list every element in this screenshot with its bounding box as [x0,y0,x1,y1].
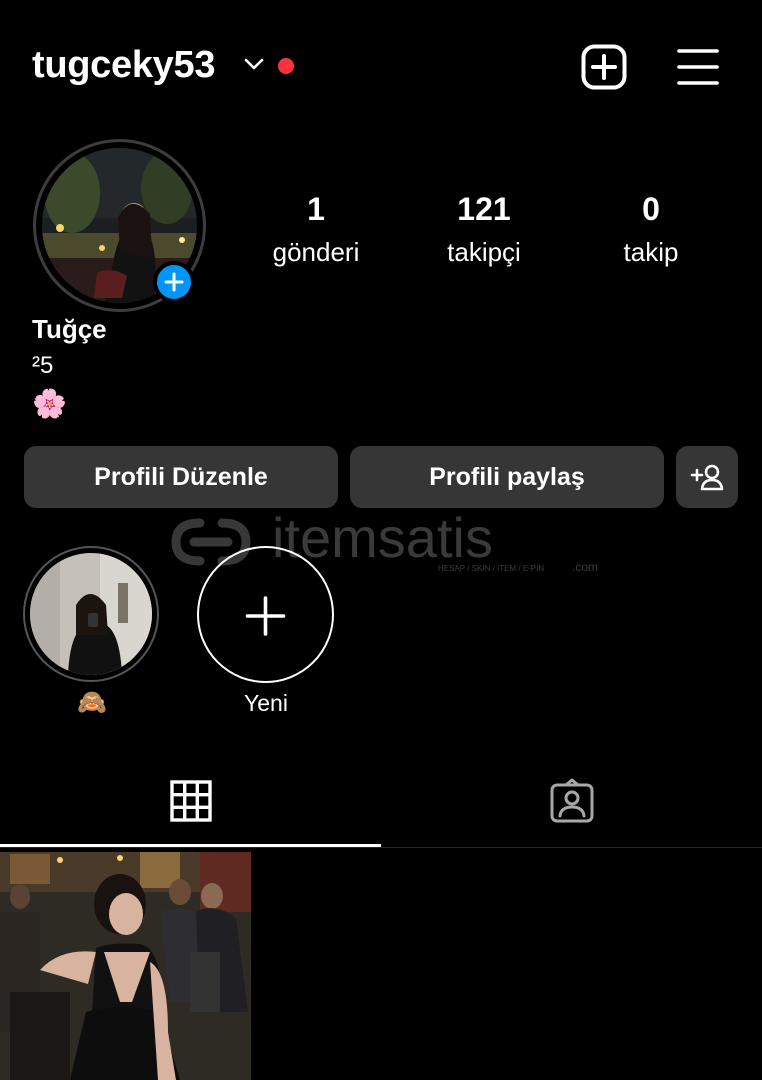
new-post-icon[interactable] [581,44,627,90]
stat-label: gönderi [272,237,360,267]
stat-value: 1 [307,191,325,227]
stat-label: takipçi [447,237,521,267]
edit-profile-button[interactable]: Profili Düzenle [24,446,338,508]
highlight-label: 🙈 [77,689,107,716]
notification-dot [278,58,294,74]
menu-icon[interactable] [677,47,719,87]
watermark-suffix: .com [572,560,598,574]
add-person-icon [690,464,724,491]
stat-posts[interactable]: 1 gönderi [246,190,386,274]
watermark-subtitle: HESAP / SKIN / ITEM / E-PIN [438,564,544,573]
highlight-item[interactable] [30,553,152,675]
bio-line: ²5 [32,352,54,379]
stat-followers[interactable]: 121 takipçi [414,190,554,274]
share-profile-button[interactable]: Profili paylaş [350,446,664,508]
profile-header: tugceky53 [0,0,762,130]
stat-value: 121 [457,191,511,227]
bio-emoji: 🌸 [32,388,67,419]
discover-people-button[interactable] [676,446,738,508]
stat-following[interactable]: 0 takip [581,190,721,274]
profile-name: Tuğçe [32,314,107,344]
new-highlight-label: Yeni [244,690,288,716]
plus-icon [245,596,286,636]
tagged-icon [550,778,594,823]
add-story-icon[interactable] [153,261,195,303]
stat-label: takip [623,237,679,267]
tab-divider [0,847,762,848]
stat-value: 0 [642,191,660,227]
new-highlight-button[interactable] [197,546,334,683]
username-label[interactable]: tugceky53 [32,44,215,87]
tab-posts-grid[interactable] [0,760,381,848]
post-thumbnail[interactable] [0,852,251,1080]
chevron-down-icon[interactable] [243,56,265,72]
grid-icon [170,780,212,822]
tab-tagged[interactable] [381,760,762,848]
